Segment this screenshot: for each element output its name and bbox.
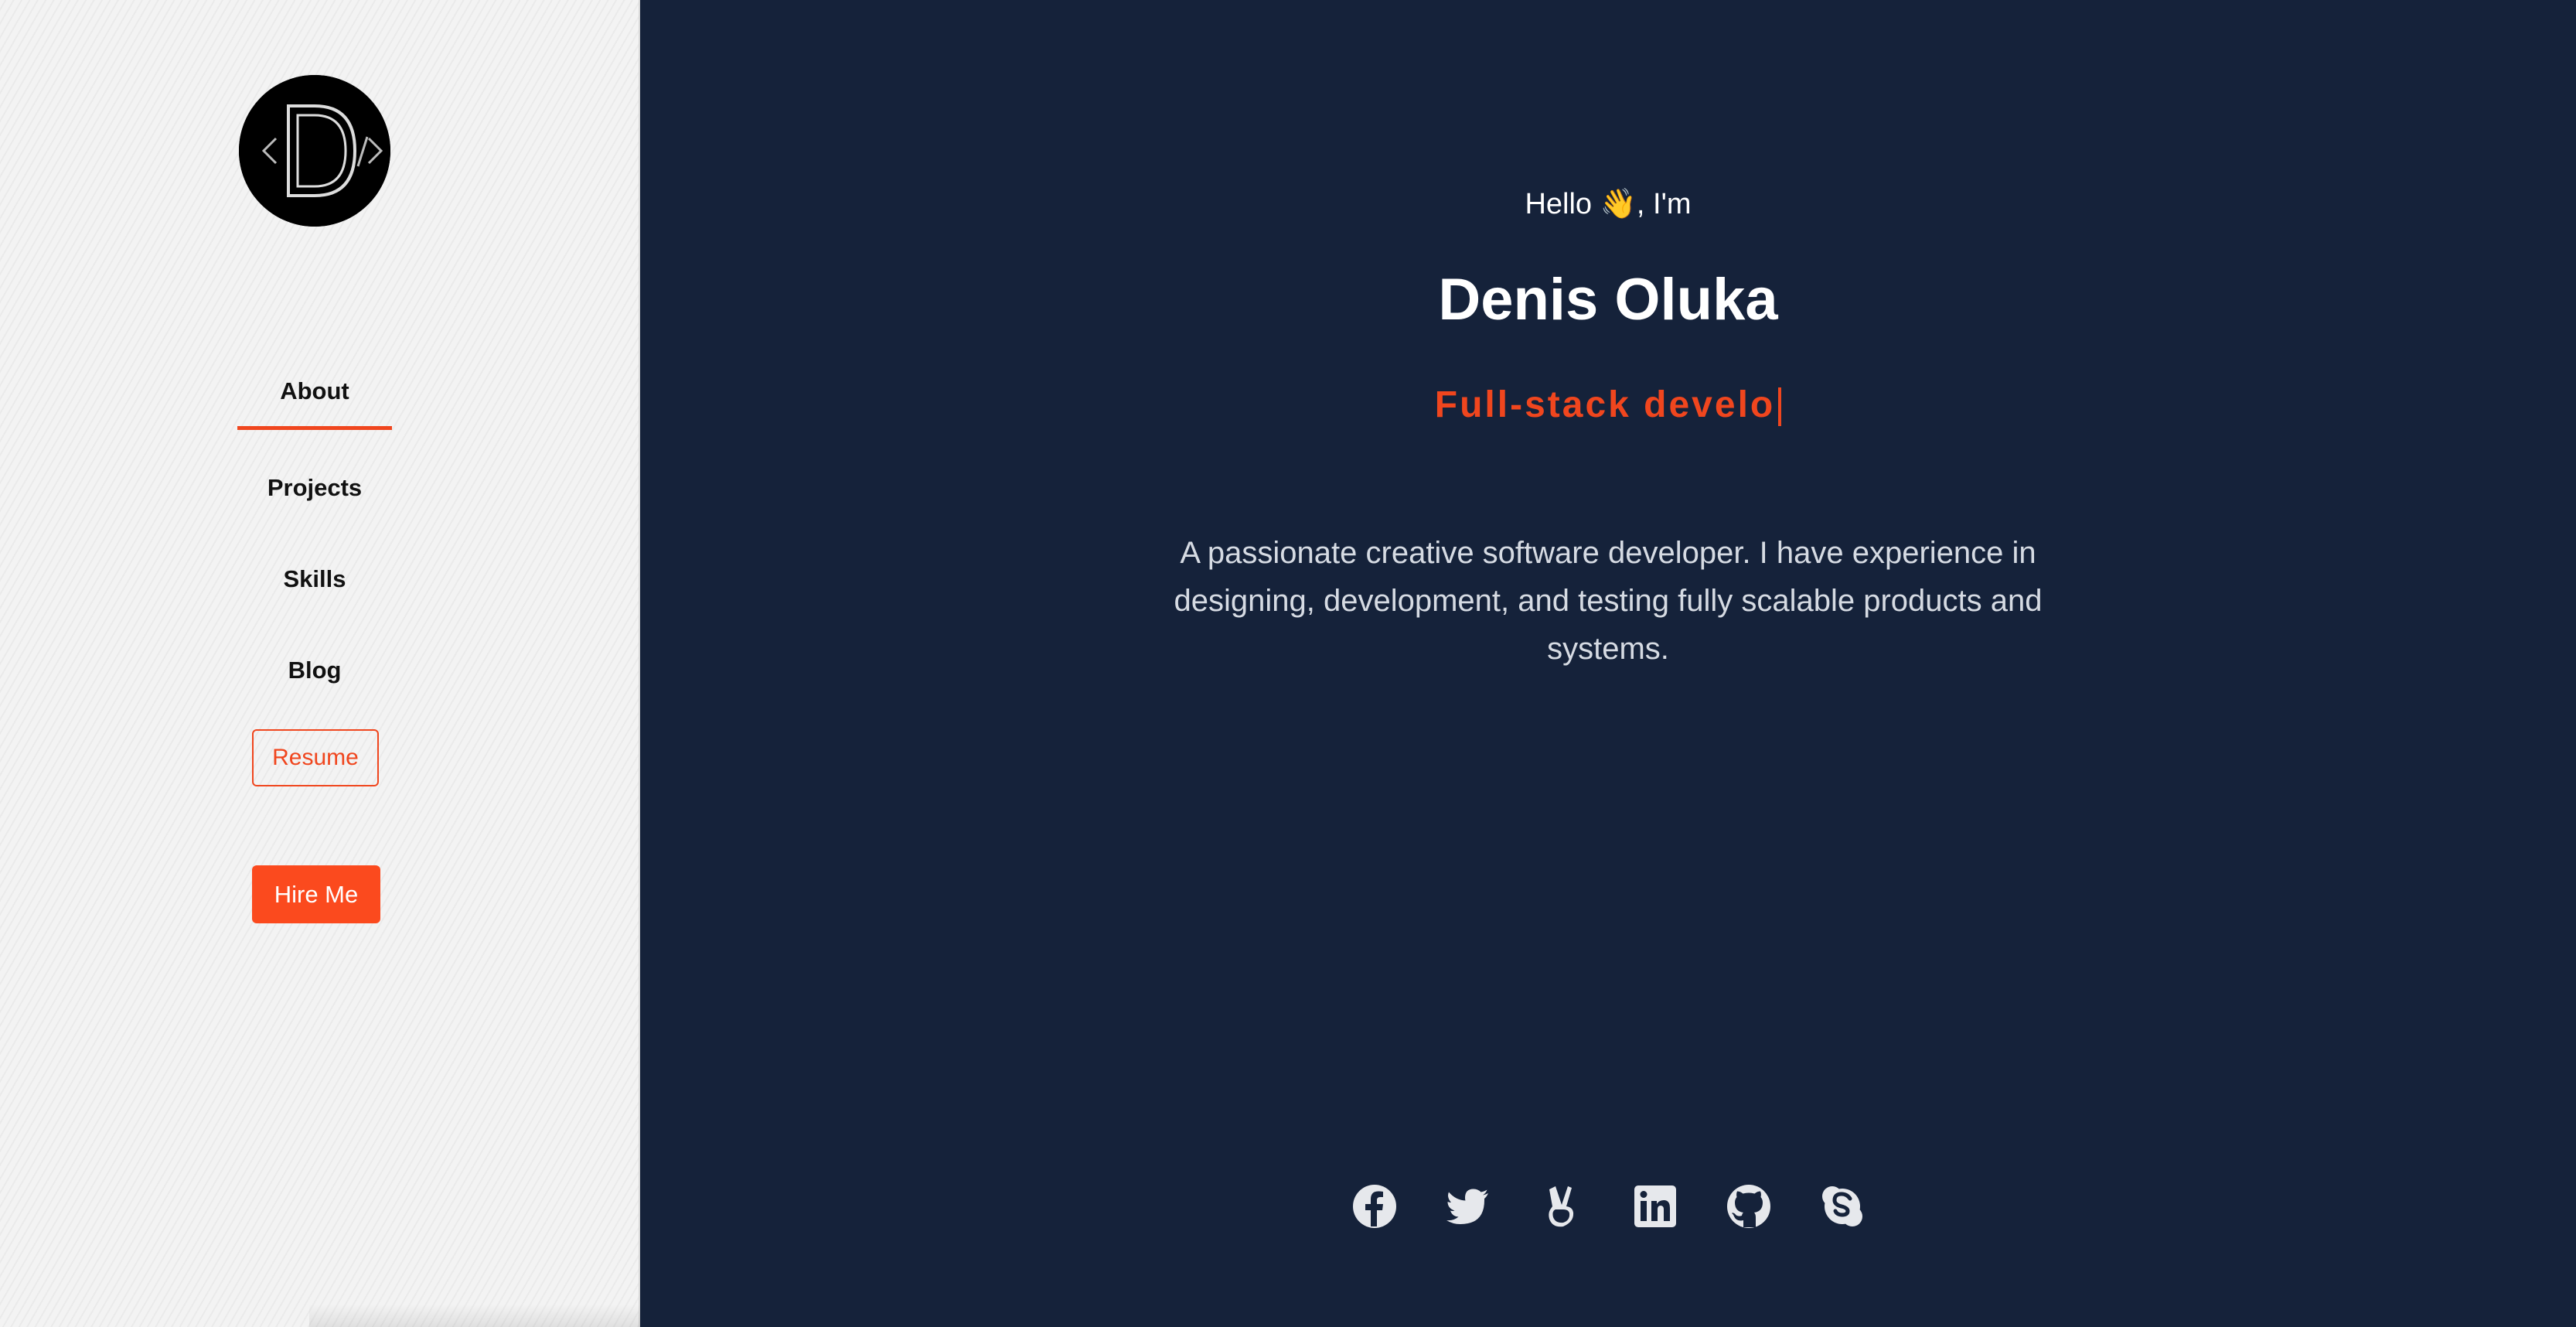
hire-me-button[interactable]: Hire Me [252,865,380,923]
linkedin-icon[interactable] [1632,1183,1678,1230]
page: About Projects Skills Blog Resume Hire M… [0,0,2576,1327]
social-links [640,1183,2576,1230]
hero-name: Denis Oluka [1438,267,1778,333]
logo-d-code-icon[interactable] [239,75,390,227]
sidebar: About Projects Skills Blog Resume Hire M… [0,0,640,1327]
angellist-icon[interactable] [1538,1183,1585,1230]
role-typewriter: Full-stack develo [640,384,2576,427]
nav-blog[interactable]: Blog [0,657,629,684]
sidebar-bottom-shadow [309,1304,640,1327]
typing-cursor [1778,387,1782,427]
nav-skills[interactable]: Skills [0,565,629,593]
bio-text: A passionate creative software developer… [1174,536,2043,666]
hero-section: Hello 👋, I'm Denis Oluka Full-stack deve… [640,0,2576,1327]
nav-active-indicator [237,426,392,430]
nav-projects[interactable]: Projects [0,474,629,502]
github-icon[interactable] [1726,1183,1772,1230]
role-text: Full-stack develo [1434,384,1776,425]
greeting-text: Hello 👋, I'm [1525,188,1692,220]
twitter-icon[interactable] [1445,1183,1491,1230]
nav-about[interactable]: About [0,377,629,405]
facebook-icon[interactable] [1351,1183,1398,1230]
resume-button[interactable]: Resume [252,729,379,786]
skype-icon[interactable] [1819,1183,1866,1230]
